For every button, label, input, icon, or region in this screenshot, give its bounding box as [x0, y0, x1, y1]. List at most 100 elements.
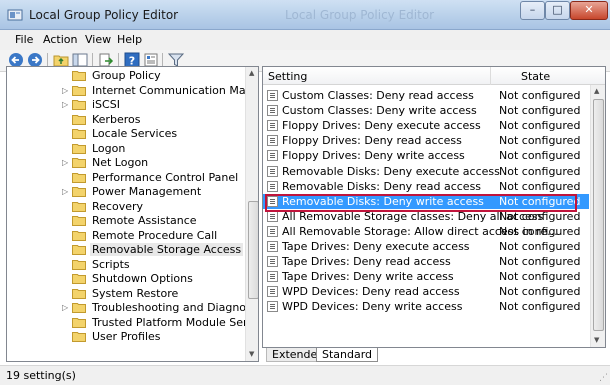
- status-setting-count: 19 setting(s): [6, 369, 76, 382]
- setting-state: Not configured: [499, 255, 581, 269]
- folder-icon: [72, 129, 86, 139]
- policy-setting-icon: [267, 301, 278, 313]
- setting-row[interactable]: Floppy Drives: Deny read access Not confi…: [263, 133, 589, 148]
- group-policy-app-icon: [7, 9, 23, 21]
- column-header-setting[interactable]: Setting: [268, 70, 307, 83]
- setting-row[interactable]: Floppy Drives: Deny write access Not conf…: [263, 148, 589, 163]
- setting-row[interactable]: Tape Drives: Deny execute access Not conf…: [263, 239, 589, 254]
- setting-name: Floppy Drives: Deny read access: [282, 134, 462, 148]
- setting-state: Not configured: [499, 285, 581, 299]
- menu-action[interactable]: Action: [43, 33, 77, 46]
- resize-grip-icon[interactable]: ⋰: [599, 373, 608, 383]
- tab-standard[interactable]: Standard: [316, 348, 379, 362]
- folder-icon: [72, 114, 86, 125]
- expand-arrow-icon[interactable]: ▷: [62, 158, 68, 167]
- tree-item[interactable]: Group Policy: [7, 69, 243, 83]
- setting-row[interactable]: Custom Classes: Deny read access Not conf…: [263, 88, 589, 103]
- menu-help[interactable]: Help: [117, 33, 142, 46]
- folder-icon: [72, 303, 86, 313]
- tree-item-label: Logon: [92, 141, 126, 155]
- expand-arrow-icon[interactable]: ▷: [62, 187, 68, 196]
- policy-setting-icon: [267, 165, 278, 177]
- tree-item[interactable]: ▷ Net Logon: [7, 156, 243, 170]
- tree-item-label: Power Management: [92, 185, 202, 198]
- folder-icon: [72, 85, 86, 96]
- tree-item[interactable]: Logon: [7, 142, 243, 156]
- scroll-up-arrow-icon[interactable]: ▲: [594, 87, 599, 95]
- minimize-button[interactable]: –: [520, 1, 545, 20]
- setting-name: Custom Classes: Deny read access: [282, 89, 474, 102]
- setting-row[interactable]: WPD Devices: Deny write access Not config…: [263, 299, 589, 314]
- tree-item-label: Recovery: [92, 199, 144, 213]
- window-title: Local Group Policy Editor: [29, 8, 179, 22]
- setting-row[interactable]: Removable Disks: Deny read access Not con…: [263, 179, 589, 194]
- tree-item[interactable]: Remote Procedure Call: [7, 229, 243, 243]
- tree-item[interactable]: Remote Assistance: [7, 214, 243, 228]
- settings-scrollbar[interactable]: ▲ ▼: [590, 85, 605, 347]
- setting-name: Custom Classes: Deny write access: [282, 104, 477, 118]
- setting-row[interactable]: WPD Devices: Deny read access Not configu…: [263, 284, 589, 299]
- tree-item-label: Group Policy: [92, 69, 161, 82]
- setting-state: Not configured: [499, 300, 581, 314]
- tree-scroll-thumb[interactable]: [248, 201, 258, 299]
- status-bar: 19 setting(s) ⋰: [0, 365, 610, 385]
- tree-item-label: Performance Control Panel: [92, 170, 239, 184]
- setting-state: Not configured: [499, 179, 581, 193]
- tree-item[interactable]: Kerberos: [7, 113, 243, 127]
- folder-icon: [72, 259, 86, 270]
- setting-row[interactable]: Tape Drives: Deny write access Not config…: [263, 269, 589, 284]
- policy-setting-icon: [267, 286, 278, 298]
- scroll-down-arrow-icon[interactable]: ▼: [249, 350, 254, 358]
- category-tree[interactable]: Group Policy ▷ Internet Communication Mana…: [6, 66, 259, 362]
- setting-row[interactable]: Custom Classes: Deny write access Not con…: [263, 103, 589, 118]
- menu-file[interactable]: File: [15, 33, 33, 46]
- setting-row[interactable]: Tape Drives: Deny read access Not configu…: [263, 254, 589, 269]
- column-divider[interactable]: [490, 67, 491, 85]
- expand-arrow-icon[interactable]: ▷: [62, 303, 68, 312]
- policy-setting-icon: [267, 271, 278, 283]
- column-header-state[interactable]: State: [521, 70, 550, 83]
- tree-item-label: Internet Communication Manageme: [92, 83, 258, 97]
- setting-state: Not configured: [499, 270, 581, 284]
- scroll-up-arrow-icon[interactable]: ▲: [249, 69, 254, 77]
- folder-icon: [72, 100, 86, 110]
- tree-scrollbar[interactable]: ▲ ▼: [245, 67, 258, 361]
- setting-state: Not configured: [499, 119, 581, 133]
- tree-item[interactable]: ▷ iSCSI: [7, 98, 243, 112]
- tree-item[interactable]: ▷ Internet Communication Manageme: [7, 84, 258, 98]
- tree-item[interactable]: ▷ Power Management: [7, 185, 243, 199]
- settings-scroll-thumb[interactable]: [593, 99, 604, 331]
- tree-item-label: Removable Storage Access: [90, 243, 244, 256]
- policy-setting-icon: [267, 135, 278, 147]
- tree-item[interactable]: System Restore: [7, 287, 243, 301]
- tree-item[interactable]: Removable Storage Access: [7, 243, 244, 257]
- policy-setting-icon: [267, 225, 278, 237]
- tree-item[interactable]: Locale Services: [7, 127, 243, 141]
- folder-icon: [72, 230, 86, 241]
- expand-arrow-icon[interactable]: ▷: [62, 86, 68, 95]
- close-button[interactable]: ✕: [570, 1, 608, 20]
- tree-item[interactable]: Performance Control Panel: [7, 171, 243, 185]
- maximize-button[interactable]: □: [545, 1, 570, 20]
- folder-icon: [72, 71, 86, 81]
- tree-item[interactable]: User Profiles: [7, 330, 243, 344]
- policy-setting-icon: [267, 90, 278, 101]
- tree-item[interactable]: Trusted Platform Module Services: [7, 316, 258, 330]
- setting-name: Removable Disks: Deny execute access: [282, 164, 500, 178]
- list-header: Setting State: [263, 67, 605, 85]
- setting-row[interactable]: Removable Disks: Deny execute access Not …: [263, 164, 589, 179]
- menu-view[interactable]: View: [85, 33, 111, 46]
- tree-item-label: Locale Services: [92, 127, 178, 140]
- folder-icon: [72, 172, 86, 183]
- highlight-box: [265, 194, 577, 212]
- tree-item[interactable]: Shutdown Options: [7, 272, 243, 286]
- scroll-down-arrow-icon[interactable]: ▼: [594, 336, 599, 344]
- policy-setting-icon: [267, 150, 278, 162]
- folder-icon: [72, 332, 86, 342]
- setting-row[interactable]: All Removable Storage: Allow direct acce…: [263, 224, 589, 239]
- tree-item[interactable]: Recovery: [7, 200, 243, 214]
- tree-item[interactable]: ▷ Troubleshooting and Diagnostics: [7, 301, 258, 315]
- setting-row[interactable]: Floppy Drives: Deny execute access Not co…: [263, 118, 589, 133]
- expand-arrow-icon[interactable]: ▷: [62, 100, 68, 109]
- tree-item[interactable]: Scripts: [7, 258, 243, 272]
